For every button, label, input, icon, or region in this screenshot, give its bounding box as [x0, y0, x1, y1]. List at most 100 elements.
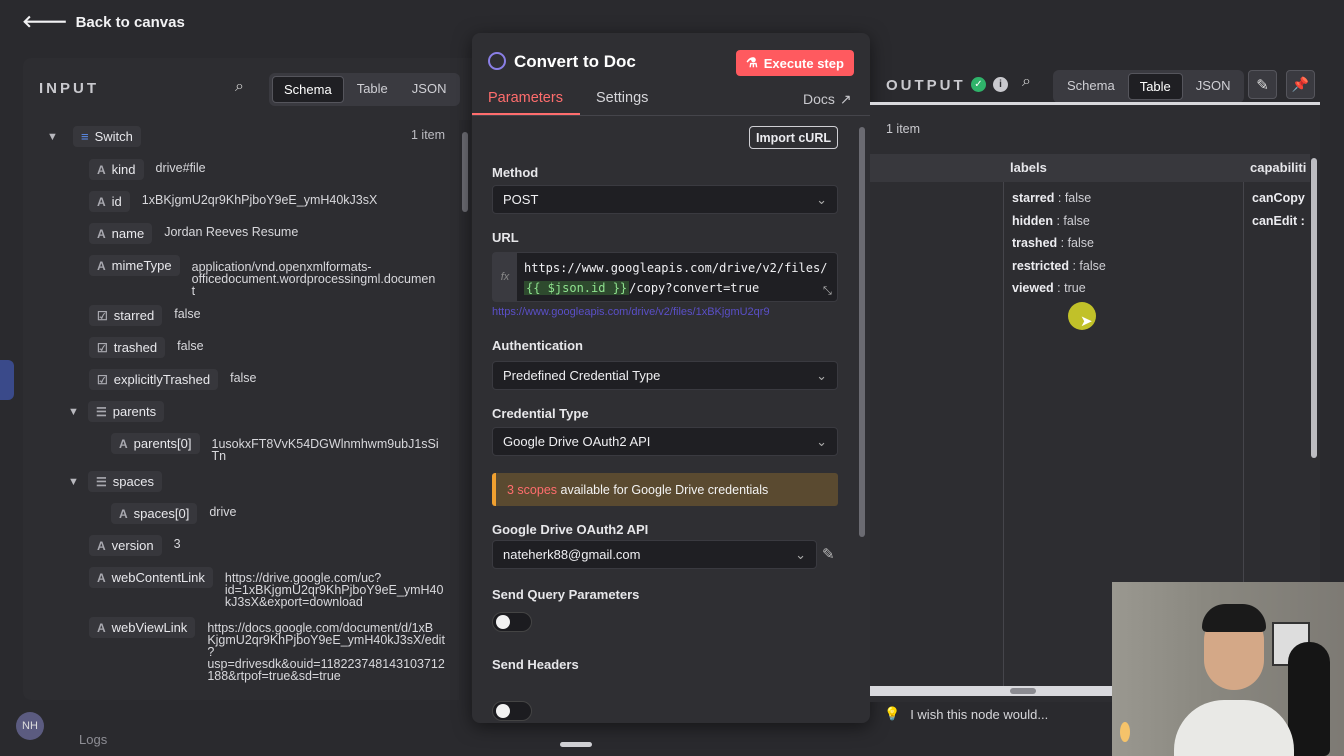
field-key-badge[interactable]: Aparents[0]: [111, 433, 200, 454]
tab-parameters[interactable]: Parameters: [488, 90, 563, 106]
field-row[interactable]: Aid 1xBKjgmU2qr9KhPjboY9eE_ymH40kJ3sX: [89, 191, 377, 212]
scrollbar-thumb[interactable]: [462, 132, 468, 212]
node-title[interactable]: Convert to Doc: [514, 52, 636, 72]
output-view-json[interactable]: JSON: [1185, 73, 1242, 100]
avatar[interactable]: NH: [16, 712, 44, 740]
chevron-down-icon[interactable]: ▼: [68, 406, 84, 418]
field-row[interactable]: Akind drive#file: [89, 159, 206, 180]
account-select[interactable]: nateherk88@gmail.com ⌄: [492, 540, 817, 569]
authentication-value: Predefined Credential Type: [503, 368, 661, 383]
field-key-badge[interactable]: Aspaces[0]: [111, 503, 198, 524]
input-view-json[interactable]: JSON: [401, 76, 458, 103]
field-key-badge[interactable]: ☑ trashed: [89, 337, 166, 358]
chevron-down-icon: ⌄: [816, 433, 827, 449]
root-name: Switch: [94, 129, 133, 144]
field-value: https://drive.google.com/uc? id=1xBKjgmU…: [225, 572, 444, 609]
field-row[interactable]: ▼ ☰ parents: [68, 401, 165, 422]
authentication-select[interactable]: Predefined Credential Type ⌄: [492, 361, 838, 390]
field-key-badge[interactable]: ☑ explicitlyTrashed: [89, 369, 219, 390]
feedback-prompt[interactable]: 💡 I wish this node would...: [884, 706, 1048, 722]
scopes-link[interactable]: 3 scopes: [507, 483, 557, 497]
field-key-badge[interactable]: ☰ spaces: [88, 471, 162, 492]
logs-label[interactable]: Logs: [79, 732, 107, 747]
docs-link[interactable]: Docs ↗: [803, 91, 852, 108]
label-value: false: [1067, 236, 1094, 250]
pencil-icon[interactable]: ✎: [822, 545, 835, 563]
field-key-badge[interactable]: Aversion: [89, 535, 162, 556]
field-key: webViewLink: [111, 620, 188, 635]
field-key-badge[interactable]: AmimeType: [89, 255, 180, 276]
column-header-labels[interactable]: labels: [1010, 160, 1047, 175]
label-entry: trashed : false: [1012, 236, 1094, 250]
success-check-icon: ✓: [971, 77, 986, 92]
field-value: 1xBKjgmU2qr9KhPjboY9eE_ymH40kJ3sX: [141, 193, 378, 207]
scrollbar-thumb[interactable]: [1311, 158, 1317, 458]
root-count: 1 item: [411, 128, 446, 142]
field-key-badge[interactable]: Akind: [89, 159, 144, 180]
field-row[interactable]: ☑ starred false: [89, 305, 201, 326]
parameters-scrollbar[interactable]: [857, 115, 867, 719]
capability-key: canCopy: [1252, 191, 1305, 205]
scrollbar-thumb[interactable]: [1010, 688, 1036, 694]
sidebar-handle[interactable]: [0, 360, 14, 400]
field-key-badge[interactable]: AwebViewLink: [89, 617, 196, 638]
panel-resize-handle[interactable]: [560, 742, 592, 747]
info-icon[interactable]: i: [993, 77, 1008, 92]
tree-root[interactable]: ▼ ≡ Switch: [47, 126, 141, 147]
scopes-text: available for Google Drive credentials: [557, 482, 769, 497]
pin-data-button[interactable]: 📌: [1286, 70, 1315, 99]
back-to-canvas-link[interactable]: 🡐 Back to canvas: [22, 12, 185, 32]
field-row[interactable]: AmimeType application/vnd.openxmlformats…: [89, 255, 435, 297]
send-query-toggle[interactable]: [492, 612, 532, 632]
input-scrollbar[interactable]: [459, 120, 471, 700]
field-key-badge[interactable]: ☑ starred: [89, 305, 163, 326]
output-view-table[interactable]: Table: [1127, 73, 1183, 100]
label-value: true: [1064, 281, 1086, 295]
import-curl-button[interactable]: Import cURL: [749, 126, 838, 149]
output-view-schema[interactable]: Schema: [1056, 73, 1126, 100]
tab-settings[interactable]: Settings: [596, 90, 648, 106]
edit-output-button[interactable]: ✎: [1248, 70, 1277, 99]
field-row[interactable]: AwebViewLink https://docs.google.com/doc…: [89, 617, 445, 682]
field-row[interactable]: ▼ ☰ spaces: [68, 471, 162, 492]
value-line: 1usokxFT8VvK54DGWlnmhwm9ubJ1sSi: [211, 437, 439, 451]
field-row[interactable]: Aspaces[0] drive: [111, 503, 236, 524]
field-key: parents[0]: [133, 436, 192, 451]
chevron-down-icon[interactable]: ▼: [68, 476, 84, 488]
chevron-down-icon[interactable]: ▼: [47, 131, 63, 143]
expand-icon[interactable]: ⤡: [823, 285, 832, 298]
label-key: trashed: [1012, 236, 1058, 250]
field-row[interactable]: Aversion 3: [89, 535, 181, 556]
divider: [472, 115, 870, 116]
column-header-capabilities[interactable]: capabiliti: [1250, 160, 1306, 175]
field-key: parents: [112, 404, 157, 419]
field-row[interactable]: ☑ explicitlyTrashed false: [89, 369, 257, 390]
field-key: id: [111, 194, 122, 209]
field-row[interactable]: Aparents[0] 1usokxFT8VvK54DGWlnmhwm9ubJ1…: [111, 433, 439, 462]
search-icon[interactable]: ⌕: [235, 78, 244, 96]
output-top-scrollbar[interactable]: [870, 102, 1320, 105]
url-input[interactable]: fx https://www.googleapis.com/drive/v2/f…: [492, 252, 838, 302]
method-select[interactable]: POST ⌄: [492, 185, 838, 214]
url-line-2: {{ $json.id }}/copy?convert=true: [524, 281, 759, 295]
field-row[interactable]: Aname Jordan Reeves Resume: [89, 223, 298, 244]
string-type-icon: A: [97, 620, 106, 635]
string-type-icon: A: [119, 506, 128, 521]
scrollbar-thumb[interactable]: [859, 127, 865, 537]
send-headers-toggle[interactable]: [492, 701, 532, 721]
field-key-badge[interactable]: Aname: [89, 223, 153, 244]
external-link-icon: ↗: [839, 91, 852, 107]
field-key-badge[interactable]: AwebContentLink: [89, 567, 213, 588]
input-view-table[interactable]: Table: [346, 76, 399, 103]
input-view-schema[interactable]: Schema: [272, 76, 344, 103]
output-horizontal-scrollbar[interactable]: [870, 686, 1112, 696]
search-icon[interactable]: ⌕: [1022, 73, 1031, 91]
execute-step-button[interactable]: ⚗ Execute step: [736, 50, 854, 76]
webcam-overlay: [1112, 582, 1344, 756]
credential-type-select[interactable]: Google Drive OAuth2 API ⌄: [492, 427, 838, 456]
field-row[interactable]: AwebContentLink https://drive.google.com…: [89, 567, 443, 608]
column-divider: [1003, 182, 1004, 694]
field-key-badge[interactable]: Aid: [89, 191, 130, 212]
field-row[interactable]: ☑ trashed false: [89, 337, 204, 358]
field-key-badge[interactable]: ☰ parents: [88, 401, 165, 422]
